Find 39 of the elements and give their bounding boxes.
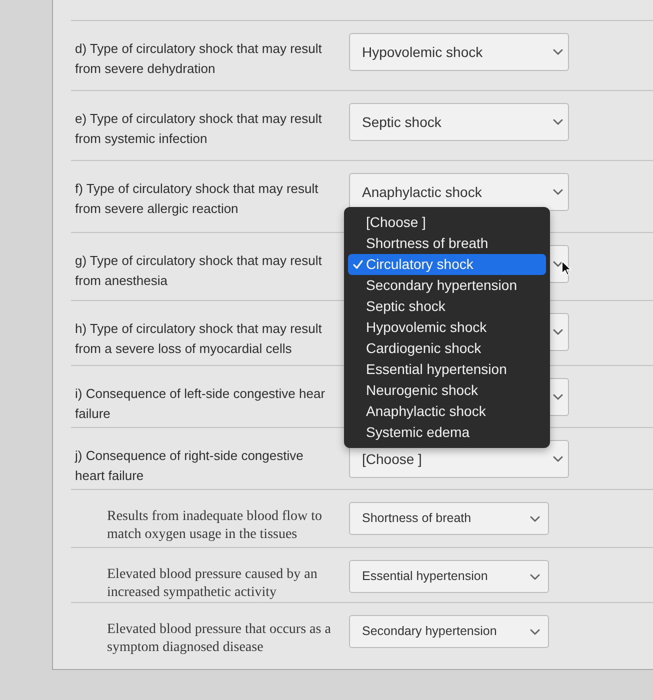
question-text: h) Type of circulatory shock that may result from a severe loss of myocardial cells: [75, 320, 323, 358]
chevron-down-icon: [530, 516, 540, 522]
menu-option[interactable]: Anaphylactic shock: [348, 400, 546, 422]
dropdown-select[interactable]: Septic shock: [349, 103, 569, 141]
question-text: g) Type of circulatory shock that may result from anesthesia: [75, 252, 323, 290]
question-text: e) Type of circulatory shock that may result from systemic infection: [75, 110, 323, 148]
dropdown-select[interactable]: Secondary hypertension: [349, 615, 549, 648]
dropdown-select[interactable]: Anaphylactic shock: [349, 173, 569, 211]
chevron-down-icon: [553, 49, 563, 55]
dropdown-select[interactable]: Essential hypertension: [349, 560, 549, 593]
chevron-down-icon: [553, 261, 563, 267]
cursor-icon: [561, 260, 572, 276]
menu-option[interactable]: Septic shock: [348, 296, 546, 316]
chevron-down-icon: [553, 394, 563, 400]
question-text: f) Type of circulatory shock that may result from severe allergic reaction: [75, 180, 320, 218]
menu-option[interactable]: Circulatory shock: [348, 254, 546, 274]
question-text: Elevated blood pressure caused by an increased sympathetic activity: [107, 566, 318, 602]
menu-option[interactable]: [Choose ]: [348, 212, 546, 232]
chevron-down-icon: [530, 628, 540, 634]
dropdown-select[interactable]: Hypovolemic shock: [349, 33, 569, 71]
question-text: j) Consequence of right-side congestive heart failure: [75, 447, 304, 485]
menu-option[interactable]: Shortness of breath: [348, 232, 546, 254]
chevron-down-icon: [530, 574, 540, 580]
question-text: i) Consequence of left-side congestive hear failure: [75, 385, 326, 423]
question-text: Results from inadequate blood flow to match oxygen usage in the tissues: [107, 508, 324, 544]
question-text: Elevated blood pressure that occurs as a symptom diagnosed disease: [107, 621, 332, 657]
question-text: d) Type of circulatory shock that may result from severe dehydration: [75, 40, 323, 78]
menu-option[interactable]: Neurogenic shock: [348, 380, 546, 400]
chevron-down-icon: [553, 119, 563, 125]
checkmark-icon: [353, 260, 363, 268]
menu-option[interactable]: Secondary hypertension: [348, 274, 546, 296]
menu-option[interactable]: Hypovolemic shock: [348, 316, 546, 338]
menu-option[interactable]: Essential hypertension: [348, 358, 546, 380]
chevron-down-icon: [553, 456, 563, 462]
menu-option[interactable]: Systemic edema: [348, 422, 546, 442]
chevron-down-icon: [553, 189, 563, 195]
dropdown-select[interactable]: Shortness of breath: [349, 502, 549, 535]
menu-option[interactable]: Cardiogenic shock: [348, 338, 546, 358]
chevron-down-icon: [553, 329, 563, 335]
